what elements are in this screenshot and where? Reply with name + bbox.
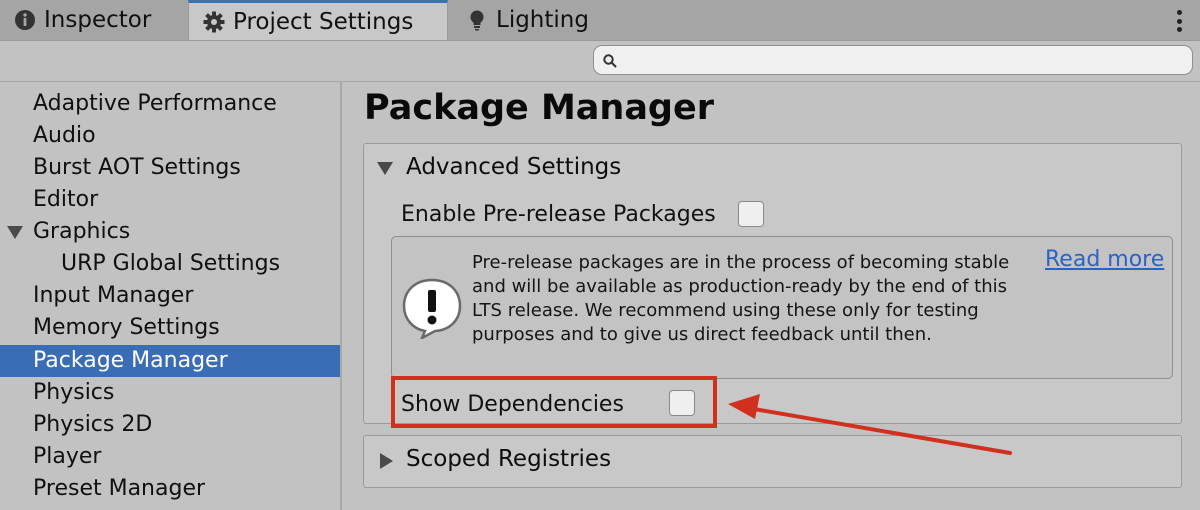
sidebar-item-graphics[interactable]: Graphics: [0, 216, 340, 248]
sidebar-item-physics[interactable]: Physics: [0, 377, 340, 409]
lightbulb-icon: [470, 10, 484, 31]
collapse-triangle-icon[interactable]: [377, 162, 393, 175]
sidebar-item-label: Preset Manager: [33, 476, 206, 501]
sidebar-item-label: Burst AOT Settings: [33, 155, 241, 180]
sidebar-item-label: Physics: [33, 380, 115, 405]
sidebar-item-burst-aot-settings[interactable]: Burst AOT Settings: [0, 152, 340, 184]
sidebar-item-package-manager[interactable]: Package Manager: [0, 345, 340, 377]
gear-icon: [203, 11, 225, 32]
sidebar-item-label: Audio: [33, 123, 96, 148]
scoped-registries-title: Scoped Registries: [406, 446, 612, 472]
prerelease-checkbox[interactable]: [738, 201, 764, 227]
sidebar-item-label: Package Manager: [33, 348, 228, 373]
info-icon: [15, 10, 35, 30]
sidebar-item-label: Player: [33, 444, 102, 469]
tab-project-settings[interactable]: Project Settings: [188, 0, 448, 40]
settings-main-panel: Package Manager Advanced Settings Enable…: [342, 82, 1200, 510]
sidebar-item-label: Editor: [33, 187, 99, 212]
sidebar-item-input-manager[interactable]: Input Manager: [0, 280, 340, 312]
tab-label: Project Settings: [233, 8, 414, 35]
sidebar-item-adaptive-performance[interactable]: Adaptive Performance: [0, 88, 340, 120]
sidebar-item-label: Physics 2D: [33, 412, 153, 437]
search-input[interactable]: [593, 45, 1193, 75]
expand-triangle-icon[interactable]: [380, 453, 393, 469]
search-icon: [603, 54, 617, 68]
sidebar-item-label: Input Manager: [33, 283, 194, 308]
advanced-settings-title: Advanced Settings: [406, 154, 622, 180]
settings-sidebar: Adaptive Performance Audio Burst AOT Set…: [0, 82, 342, 510]
prerelease-help-box: Pre-release packages are in the process …: [391, 236, 1173, 379]
sidebar-item-urp-global-settings[interactable]: URP Global Settings: [0, 248, 340, 280]
sidebar-item-player[interactable]: Player: [0, 441, 340, 473]
window-tab-bar: Inspector Project Settings Lighting: [0, 0, 1200, 41]
kebab-menu-icon[interactable]: [1176, 10, 1182, 32]
sidebar-item-preset-manager[interactable]: Preset Manager: [0, 473, 340, 505]
read-more-link[interactable]: Read more: [1045, 247, 1164, 272]
scoped-registries-section: Scoped Registries: [363, 435, 1182, 488]
sidebar-item-label: URP Global Settings: [61, 251, 281, 276]
tab-label: Inspector: [44, 7, 152, 33]
settings-search-row: [0, 41, 1200, 82]
tab-label: Lighting: [496, 7, 589, 33]
advanced-settings-header[interactable]: Advanced Settings: [364, 144, 1181, 190]
sidebar-item-label: Adaptive Performance: [33, 91, 277, 116]
sidebar-item-editor[interactable]: Editor: [0, 184, 340, 216]
scoped-registries-header[interactable]: Scoped Registries: [364, 436, 1181, 482]
expand-triangle-icon[interactable]: [7, 226, 23, 239]
page-title: Package Manager: [364, 88, 714, 128]
sidebar-item-memory-settings[interactable]: Memory Settings: [0, 312, 340, 344]
help-text: Pre-release packages are in the process …: [472, 252, 1010, 345]
annotation-highlight-box: [391, 376, 717, 428]
warning-speech-bubble-icon: [402, 278, 462, 339]
prerelease-label: Enable Pre-release Packages: [401, 202, 716, 227]
sidebar-item-label: Graphics: [33, 219, 131, 244]
sidebar-item-label: Memory Settings: [33, 315, 220, 340]
sidebar-item-audio[interactable]: Audio: [0, 120, 340, 152]
sidebar-item-physics-2d[interactable]: Physics 2D: [0, 409, 340, 441]
tab-inspector[interactable]: Inspector: [14, 0, 186, 40]
tab-lighting[interactable]: Lighting: [466, 0, 666, 40]
